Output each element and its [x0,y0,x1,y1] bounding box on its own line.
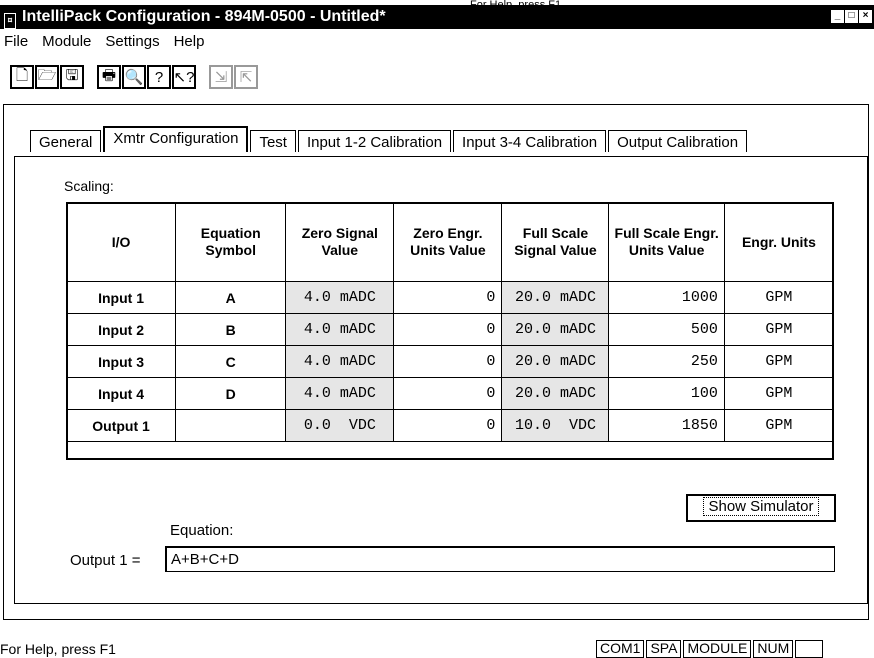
io-cell: Input 2 [65,313,177,346]
title-bar[interactable]: ¤ IntelliPack Configuration - 894M-0500 -… [0,5,874,29]
table-row: Output 1 0.0 VDC 0 10.0 VDC 1850 GPM [65,409,835,442]
equation-symbol-cell: C [175,345,287,378]
io-cell: Input 3 [65,345,177,378]
window-title: IntelliPack Configuration - 894M-0500 - … [22,8,386,25]
equation-input[interactable] [165,546,835,572]
zero-signal-cell[interactable]: 4.0 mADC [285,313,395,346]
output-1-equation-label: Output 1 = [70,552,141,569]
zero-engr-units-cell[interactable]: 0 [393,281,503,314]
equation-symbol-cell: A [175,281,287,314]
status-panel-empty [795,640,824,658]
tab-xmtr-configuration[interactable]: Xmtr Configuration [103,126,249,152]
scaling-table: I/O Equation Symbol Zero Signal Value Ze… [65,202,835,442]
full-scale-engr-units-cell[interactable]: 1000 [608,281,725,314]
full-scale-signal-cell[interactable]: 10.0 VDC [501,409,610,442]
engr-units-cell[interactable]: GPM [723,281,835,314]
menu-file[interactable]: File [0,30,38,54]
app-icon[interactable]: ¤ [4,13,16,29]
table-row: Input 4 D 4.0 mADC 0 20.0 mADC 100 GPM [65,377,835,410]
equation-label: Equation: [170,522,234,539]
engr-units-cell[interactable]: GPM [723,345,835,378]
context-help-icon[interactable]: ↖? [172,65,196,89]
toolbar: 🗋 🗁 🖫 🖶 🔍 ? ↖? ⇲ ⇱ [10,62,259,92]
new-file-icon[interactable]: 🗋 [10,65,34,89]
header-io: I/O [65,202,177,282]
close-icon[interactable]: × [859,10,872,23]
zero-engr-units-cell[interactable]: 0 [393,409,503,442]
io-cell: Output 1 [65,409,177,442]
tab-input-3-4-calibration[interactable]: Input 3-4 Calibration [453,130,607,152]
engr-units-cell[interactable]: GPM [723,377,835,410]
header-zero-signal-value: Zero Signal Value [285,202,395,282]
full-scale-signal-cell[interactable]: 20.0 mADC [501,313,610,346]
download-icon[interactable]: ⇲ [209,65,233,89]
minimize-icon[interactable]: _ [831,10,844,23]
tab-strip: General Xmtr Configuration Test Input 1-… [30,126,749,152]
header-zero-engr-units-value: Zero Engr. Units Value [393,202,503,282]
zero-engr-units-cell[interactable]: 0 [393,345,503,378]
table-row: Input 2 B 4.0 mADC 0 20.0 mADC 500 GPM [65,313,835,346]
status-panel-num: NUM [753,640,794,658]
menu-module[interactable]: Module [38,30,101,54]
tab-input-1-2-calibration[interactable]: Input 1-2 Calibration [297,130,452,152]
show-simulator-label: Show Simulator [703,497,819,516]
equation-symbol-cell [175,409,287,442]
header-full-scale-engr-units-value: Full Scale Engr. Units Value [608,202,725,282]
header-engr-units: Engr. Units [723,202,835,282]
io-cell: Input 1 [65,281,177,314]
open-folder-icon[interactable]: 🗁 [35,65,59,89]
save-icon[interactable]: 🖫 [60,65,84,89]
full-scale-engr-units-cell[interactable]: 250 [608,345,725,378]
status-help-text: For Help, press F1 [0,641,116,657]
tab-output-calibration[interactable]: Output Calibration [608,130,748,152]
engr-units-cell[interactable]: GPM [723,409,835,442]
print-icon[interactable]: 🖶 [97,65,121,89]
full-scale-signal-cell[interactable]: 20.0 mADC [501,345,610,378]
menu-help[interactable]: Help [170,30,215,54]
status-panels: COM1 SPA MODULE NUM [596,640,825,658]
zero-signal-cell[interactable]: 4.0 mADC [285,281,395,314]
equation-symbol-cell: B [175,313,287,346]
full-scale-signal-cell[interactable]: 20.0 mADC [501,281,610,314]
menu-settings[interactable]: Settings [101,30,169,54]
scaling-label: Scaling: [64,178,114,194]
full-scale-signal-cell[interactable]: 20.0 mADC [501,377,610,410]
zero-signal-cell[interactable]: 4.0 mADC [285,377,395,410]
header-full-scale-signal-value: Full Scale Signal Value [501,202,610,282]
status-bar: For Help, press F1 COM1 SPA MODULE NUM [0,638,874,658]
engr-units-cell[interactable]: GPM [723,313,835,346]
zero-engr-units-cell[interactable]: 0 [393,313,503,346]
menu-bar: File Module Settings Help [0,30,214,54]
full-scale-engr-units-cell[interactable]: 1850 [608,409,725,442]
zero-signal-cell[interactable]: 4.0 mADC [285,345,395,378]
io-cell: Input 4 [65,377,177,410]
zero-signal-cell[interactable]: 0.0 VDC [285,409,395,442]
status-panel-module: MODULE [683,640,752,658]
maximize-icon[interactable]: □ [845,10,858,23]
zero-engr-units-cell[interactable]: 0 [393,377,503,410]
status-panel-com: COM1 [596,640,645,658]
tab-test[interactable]: Test [250,130,296,152]
equation-symbol-cell: D [175,377,287,410]
upload-icon[interactable]: ⇱ [234,65,258,89]
about-icon[interactable]: ? [147,65,171,89]
table-row: Input 1 A 4.0 mADC 0 20.0 mADC 1000 GPM [65,281,835,314]
tab-general[interactable]: General [30,130,102,152]
table-row: Input 3 C 4.0 mADC 0 20.0 mADC 250 GPM [65,345,835,378]
show-simulator-button[interactable]: Show Simulator [686,494,836,522]
header-equation-symbol: Equation Symbol [175,202,287,282]
status-panel-spa: SPA [646,640,682,658]
full-scale-engr-units-cell[interactable]: 500 [608,313,725,346]
window-controls: _ □ × [831,10,872,23]
full-scale-engr-units-cell[interactable]: 100 [608,377,725,410]
print-preview-icon[interactable]: 🔍 [122,65,146,89]
